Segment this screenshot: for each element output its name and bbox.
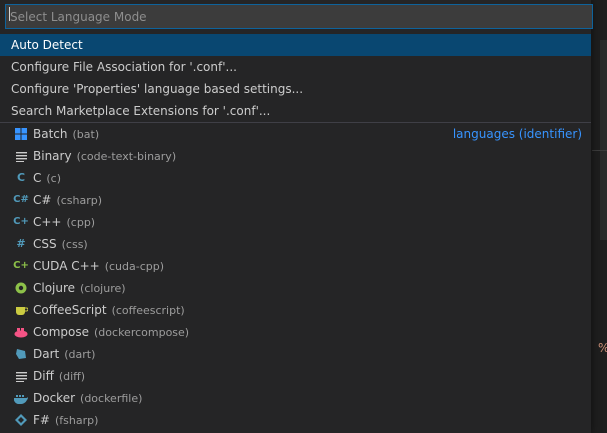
cuda-icon: C+ <box>13 260 29 271</box>
language-identifier: (cpp) <box>66 216 96 229</box>
language-name: Diff <box>33 369 54 383</box>
c-icon: C <box>16 171 26 184</box>
csharp-icon: C# <box>13 194 29 205</box>
language-item-css[interactable]: # CSS (css) <box>0 233 591 255</box>
language-name: Binary <box>33 149 72 163</box>
language-name: C <box>33 171 42 185</box>
language-item-c[interactable]: C C (c) <box>0 167 591 189</box>
language-item-diff[interactable]: Diff (diff) <box>0 365 591 387</box>
language-item-coffeescript[interactable]: CoffeeScript (coffeescript) <box>0 299 591 321</box>
lines-icon <box>14 149 28 163</box>
quick-pick-input-box[interactable] <box>5 4 593 29</box>
cpp-icon: C+ <box>13 216 29 227</box>
fsharp-icon <box>14 413 28 427</box>
language-name: Compose <box>33 325 90 339</box>
language-item-dockerfile[interactable]: Docker (dockerfile) <box>0 387 591 409</box>
auto-detect-item[interactable]: Auto Detect <box>0 34 591 56</box>
configure-language-settings-item[interactable]: Configure 'Properties' language based se… <box>0 78 591 100</box>
group-label: languages (identifier) <box>452 127 582 141</box>
language-identifier: (coffeescript) <box>111 304 185 317</box>
lines-icon <box>14 369 28 383</box>
language-identifier: (css) <box>61 238 88 251</box>
language-identifier: (dockerfile) <box>80 392 143 405</box>
text-caret <box>9 7 10 21</box>
language-identifier: (cuda-cpp) <box>104 260 165 273</box>
language-item-code-text-binary[interactable]: Binary (code-text-binary) <box>0 145 591 167</box>
language-name: CoffeeScript <box>33 303 107 317</box>
clojure-icon <box>14 281 28 295</box>
editor-divider <box>592 150 607 151</box>
search-marketplace-item[interactable]: Search Marketplace Extensions for '.conf… <box>0 100 591 122</box>
editor-text-fragment: % <box>598 341 607 355</box>
language-item-fsharp[interactable]: F# (fsharp) <box>0 409 591 431</box>
language-identifier: (dart) <box>64 348 96 361</box>
language-mode-quick-pick: Auto Detect Configure File Association f… <box>0 0 593 433</box>
language-identifier: (dockercompose) <box>94 326 190 339</box>
language-name: F# <box>33 413 50 427</box>
coffee-icon <box>14 303 28 317</box>
language-name: Clojure <box>33 281 76 295</box>
language-identifier: (clojure) <box>80 282 126 295</box>
language-identifier: (c) <box>46 172 62 185</box>
language-name: CUDA C++ <box>33 259 100 273</box>
language-mode-search-input[interactable] <box>6 5 592 28</box>
language-identifier: (diff) <box>58 370 86 383</box>
configure-file-association-item[interactable]: Configure File Association for '.conf'..… <box>0 56 591 78</box>
docker-icon <box>14 391 28 405</box>
hash-icon: # <box>16 237 26 250</box>
language-name: C# <box>33 193 52 207</box>
compose-icon <box>14 325 28 339</box>
editor-scrollbar[interactable] <box>600 40 607 240</box>
language-item-dart[interactable]: Dart (dart) <box>0 343 591 365</box>
language-name: Dart <box>33 347 60 361</box>
language-identifier: (csharp) <box>56 194 103 207</box>
language-item-clojure[interactable]: Clojure (clojure) <box>0 277 591 299</box>
language-item-bat[interactable]: Batch (bat) languages (identifier) <box>0 123 591 145</box>
dart-icon <box>14 347 28 361</box>
language-name: CSS <box>33 237 57 251</box>
windows-icon <box>14 127 28 141</box>
language-identifier: (code-text-binary) <box>76 150 177 163</box>
language-identifier: (fsharp) <box>54 414 99 427</box>
language-identifier: (bat) <box>72 128 100 141</box>
language-item-cuda-cpp[interactable]: C+ CUDA C++ (cuda-cpp) <box>0 255 591 277</box>
language-item-cpp[interactable]: C+ C++ (cpp) <box>0 211 591 233</box>
list-scrollbar[interactable] <box>587 34 591 433</box>
language-name: Batch <box>33 127 68 141</box>
language-item-dockercompose[interactable]: Compose (dockercompose) <box>0 321 591 343</box>
language-item-csharp[interactable]: C# C# (csharp) <box>0 189 591 211</box>
language-name: C++ <box>33 215 62 229</box>
quick-pick-actions: Auto Detect Configure File Association f… <box>0 34 591 122</box>
language-list: Batch (bat) languages (identifier) Binary (c… <box>0 123 591 431</box>
language-name: Docker <box>33 391 76 405</box>
